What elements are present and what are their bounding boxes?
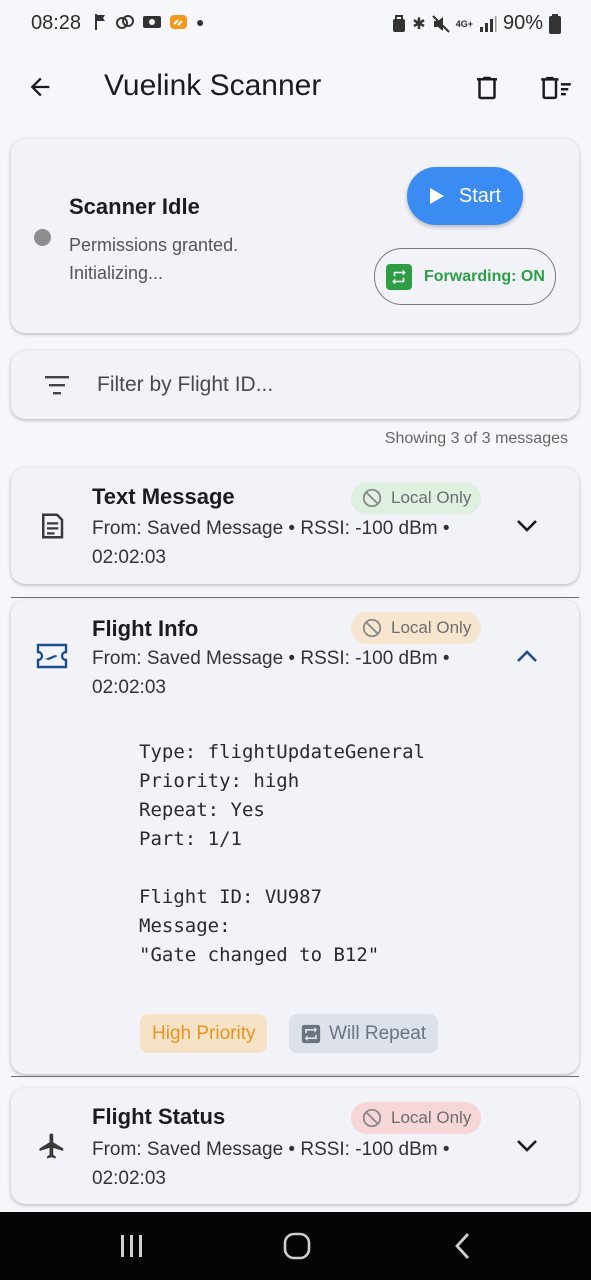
back-button[interactable]: [22, 69, 58, 105]
notification-icons: ●: [94, 13, 204, 31]
forwarding-toggle[interactable]: Forwarding: ON: [374, 248, 556, 305]
recent-apps-button[interactable]: [112, 1230, 152, 1262]
message-details: Type: flightUpdateGeneral Priority: high…: [139, 741, 425, 966]
message-card-flight-status[interactable]: Flight Status Local Only From: Saved Mes…: [11, 1088, 579, 1204]
scanner-status-card: Scanner Idle Permissions granted. Initia…: [11, 139, 579, 333]
status-bar: 08:28 ● ✱ 4G+ 90%: [0, 0, 591, 48]
collapse-button[interactable]: [513, 642, 541, 670]
chevron-down-icon: [517, 520, 537, 532]
back-nav-button[interactable]: [442, 1230, 482, 1262]
start-label: Start: [458, 184, 502, 207]
home-button[interactable]: [277, 1230, 317, 1262]
bluetooth-icon: ✱: [412, 15, 426, 33]
message-card-text[interactable]: Text Message Local Only From: Saved Mess…: [11, 468, 579, 584]
block-icon: [362, 1108, 382, 1128]
app-logo-icon: [170, 15, 187, 29]
more-dot-icon: ●: [196, 14, 205, 30]
message-count: Showing 3 of 3 messages: [384, 430, 568, 447]
status-indicator: [34, 229, 51, 246]
airplane-icon: [35, 1129, 69, 1163]
status-badge: Local Only: [351, 482, 482, 514]
priority-tag: High Priority: [140, 1014, 268, 1053]
system-navigation-bar: [0, 1212, 591, 1280]
mute-icon: [431, 14, 450, 33]
badge-label: Local Only: [391, 488, 472, 507]
badge-label: Local Only: [391, 1108, 472, 1127]
app-bar: Vuelink Scanner: [0, 55, 591, 119]
ticket-small-icon: [143, 16, 161, 28]
status-badge: Local Only: [351, 612, 482, 644]
block-icon: [362, 618, 382, 638]
arrow-left-icon: [30, 77, 50, 97]
chevron-up-icon: [517, 650, 537, 662]
message-subtitle: From: Saved Message • RSSI: -100 dBm • 0…: [92, 1139, 450, 1189]
expand-button[interactable]: [513, 512, 541, 540]
repeat-icon: [301, 1024, 321, 1043]
battery-percent: 90%: [502, 12, 543, 34]
message-title: Flight Info: [92, 616, 199, 641]
divider: [11, 1076, 579, 1077]
tag-label: High Priority: [152, 1022, 256, 1044]
recent-apps-icon: [121, 1235, 142, 1257]
status-badge: Local Only: [351, 1102, 482, 1134]
play-icon: [429, 188, 444, 204]
repeat-tag: Will Repeat: [289, 1014, 439, 1053]
chevron-down-icon: [517, 1140, 537, 1152]
expand-button[interactable]: [513, 1132, 541, 1160]
lock-battery-icon: [393, 14, 406, 32]
message-title: Flight Status: [92, 1104, 226, 1129]
tag-label: Will Repeat: [329, 1022, 427, 1044]
message-subtitle: From: Saved Message • RSSI: -100 dBm • 0…: [92, 648, 450, 698]
network-type: 4G+: [455, 18, 473, 29]
filter-icon: [45, 376, 69, 395]
ticket-icon: [35, 639, 69, 673]
repeat-icon: [386, 263, 412, 290]
filter-bar: [11, 351, 579, 419]
delete-button[interactable]: [468, 69, 506, 107]
message-title: Text Message: [92, 484, 235, 509]
trash-icon: [477, 76, 497, 100]
status-time: 08:28: [31, 12, 82, 34]
clear-all-button[interactable]: [537, 69, 575, 107]
flag-icon: [95, 14, 105, 30]
delete-sweep-icon: [541, 76, 571, 100]
signal-icon: [479, 15, 497, 32]
flight-id-filter-input[interactable]: [97, 367, 557, 403]
link-icon: [116, 15, 134, 29]
scanner-status-title: Scanner Idle: [69, 194, 200, 219]
back-chevron-icon: [455, 1233, 470, 1259]
block-icon: [362, 488, 382, 508]
start-button[interactable]: Start: [407, 167, 523, 225]
home-icon: [283, 1232, 311, 1260]
document-icon: [35, 509, 69, 543]
badge-label: Local Only: [391, 618, 472, 637]
status-right: ✱ 4G+ 90%: [392, 12, 561, 35]
page-title: Vuelink Scanner: [104, 69, 322, 102]
message-card-flight-info[interactable]: Flight Info Local Only From: Saved Messa…: [11, 600, 579, 1074]
forwarding-label: Forwarding: ON: [424, 267, 545, 285]
divider: [11, 597, 579, 598]
scanner-status-subtitle: Permissions granted. Initializing...: [69, 235, 239, 283]
battery-icon: [549, 13, 561, 34]
message-subtitle: From: Saved Message • RSSI: -100 dBm • 0…: [92, 518, 450, 568]
